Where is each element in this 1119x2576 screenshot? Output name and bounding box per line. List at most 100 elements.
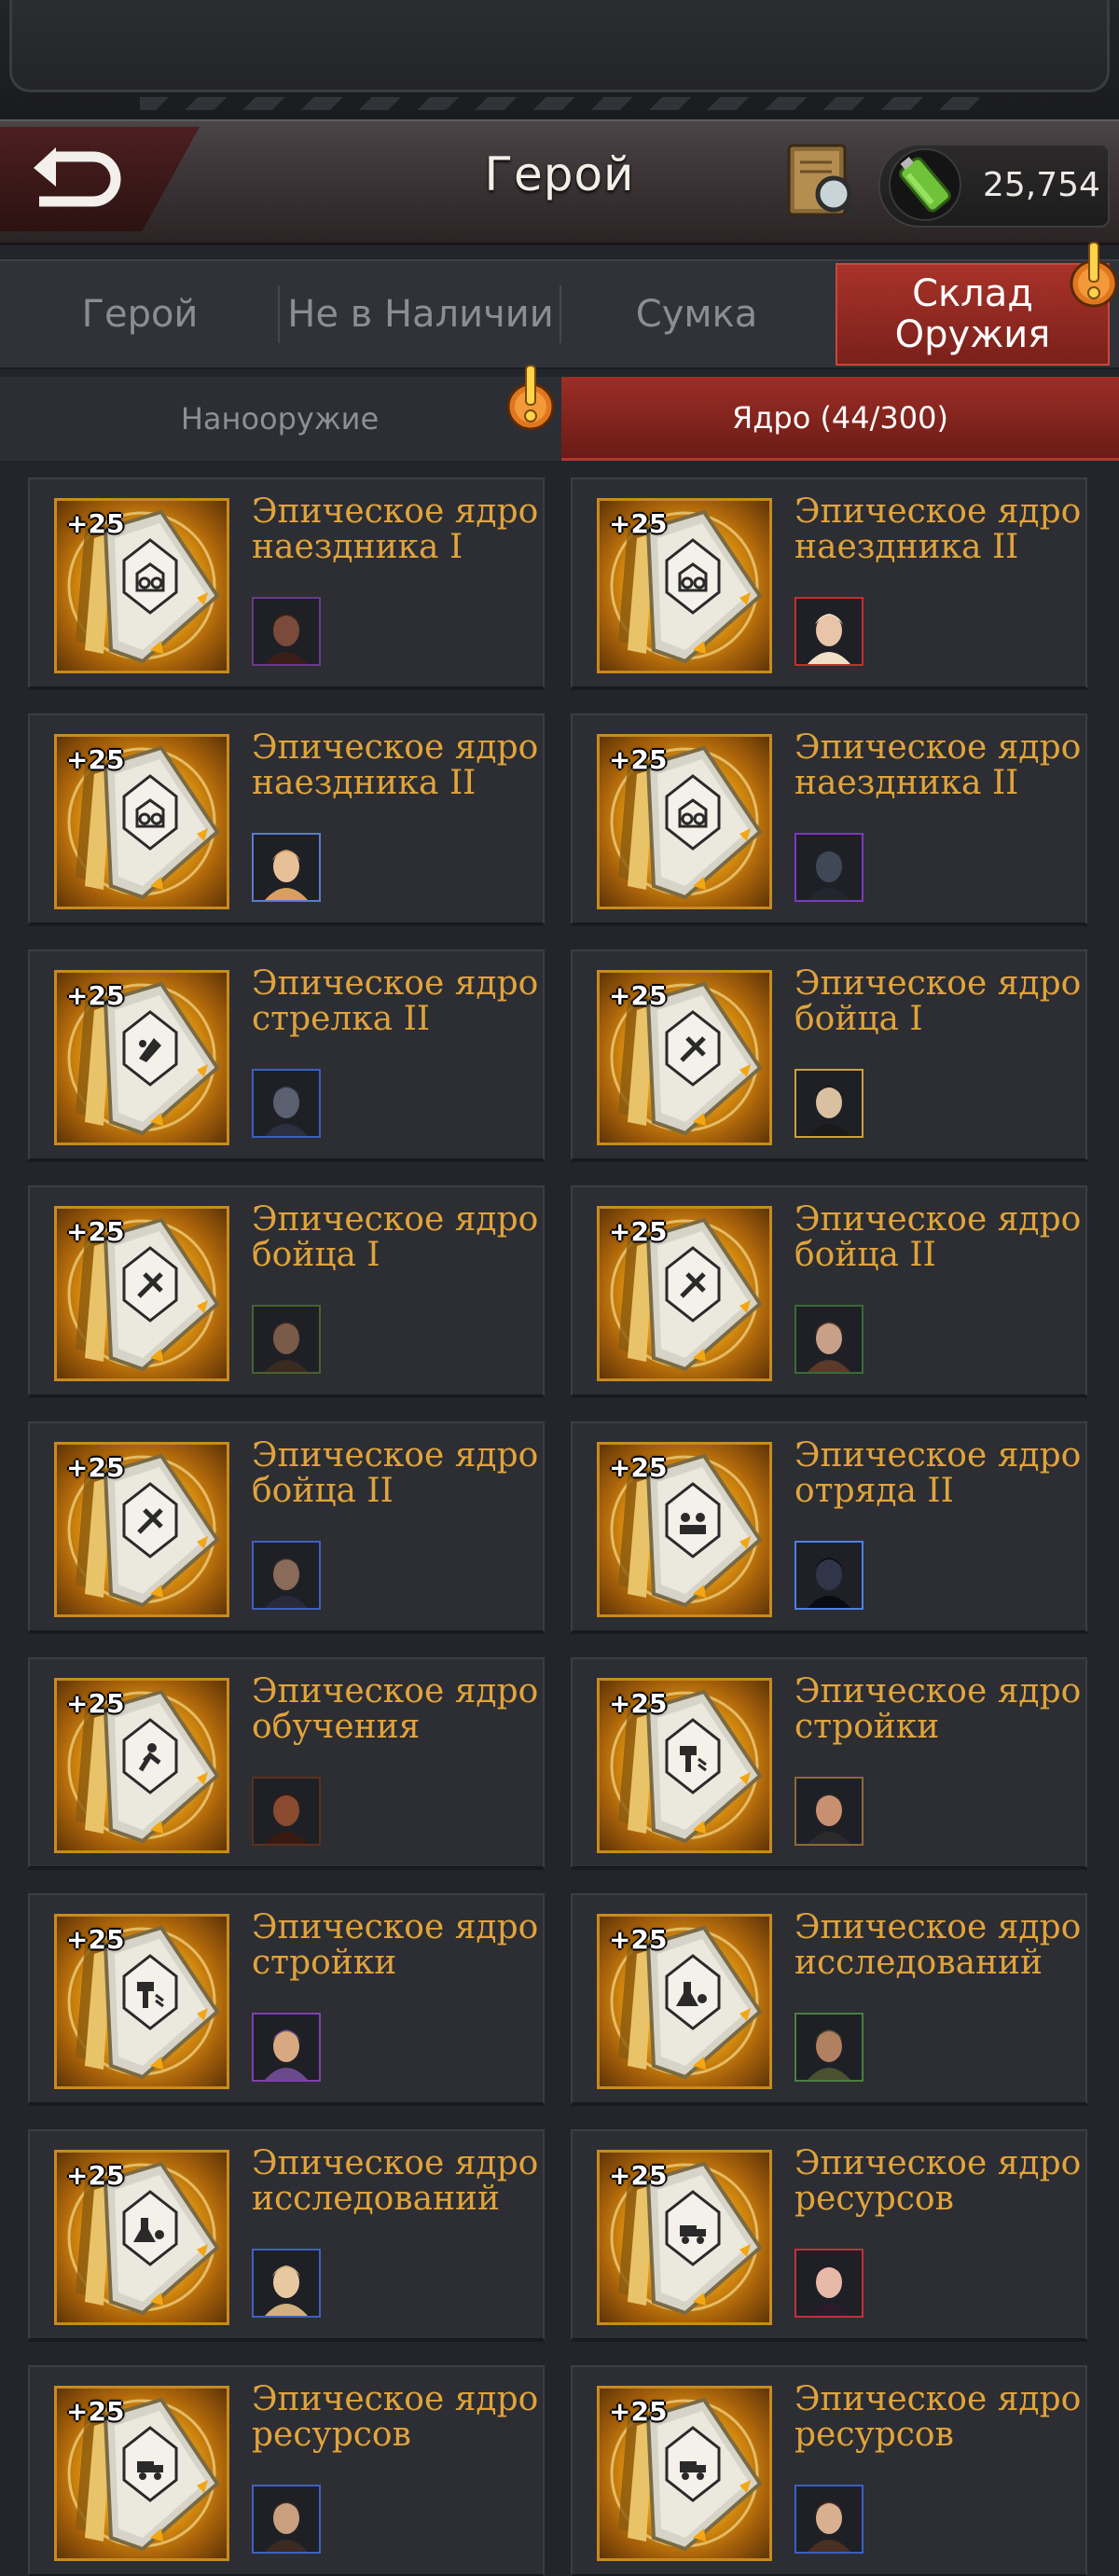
alert-icon [506, 365, 555, 431]
hero-avatar[interactable] [794, 2249, 863, 2318]
core-name: Эпическое ядро наездника II [794, 728, 1082, 802]
core-card[interactable]: +25 Эпическое ядро наездника II [571, 713, 1087, 924]
core-level: +25 [609, 2160, 668, 2191]
resources-core-icon: +25 [54, 2386, 229, 2561]
core-level: +25 [66, 1688, 125, 1719]
main-tabs: Герой Не в Наличии Сумка Склад Оружия [0, 242, 1119, 369]
journal-search-icon[interactable] [780, 140, 867, 228]
core-level: +25 [609, 2396, 668, 2427]
core-card[interactable]: +25 Эпическое ядро бойца I [28, 1185, 545, 1396]
tab-unavailable[interactable]: Не в Наличии [280, 261, 561, 367]
core-level: +25 [66, 1924, 125, 1955]
core-card[interactable]: +25 Эпическое ядро наездника I [28, 478, 545, 688]
core-name: Эпическое ядро ресурсов [794, 2380, 1082, 2454]
hero-avatar[interactable] [794, 1541, 863, 1610]
core-name: Эпическое ядро стройки [252, 1908, 539, 1982]
core-level: +25 [66, 1216, 125, 1247]
core-name: Эпическое ядро обучения [252, 1672, 539, 1746]
core-level: +25 [609, 1924, 668, 1955]
construction-core-icon: +25 [597, 1678, 772, 1853]
fighter-core-icon: +25 [597, 1206, 772, 1381]
core-level: +25 [609, 1688, 668, 1719]
core-name: Эпическое ядро стройки [794, 1672, 1082, 1746]
core-level: +25 [66, 980, 125, 1011]
hero-avatar[interactable] [252, 1777, 321, 1846]
rider-core-icon: +25 [597, 734, 772, 909]
hero-avatar[interactable] [794, 833, 863, 902]
core-name: Эпическое ядро отряда II [794, 1436, 1082, 1510]
core-level: +25 [66, 508, 125, 539]
core-card[interactable]: +25 Эпическое ядро бойца II [571, 1185, 1087, 1396]
hero-avatar[interactable] [252, 2249, 321, 2318]
hero-avatar[interactable] [252, 2485, 321, 2554]
hero-avatar[interactable] [252, 1305, 321, 1374]
squad-core-icon: +25 [597, 1442, 772, 1617]
research-core-icon: +25 [597, 1914, 772, 2089]
hero-avatar[interactable] [794, 1305, 863, 1374]
sub-tabs: Нанооружие Ядро (44/300) [0, 365, 1119, 461]
core-card[interactable]: +25 Эпическое ядро наездника II [28, 713, 545, 924]
core-card[interactable]: +25 Эпическое ядро ресурсов [571, 2129, 1087, 2340]
core-level: +25 [609, 744, 668, 775]
core-level: +25 [66, 1452, 125, 1483]
hero-avatar[interactable] [252, 833, 321, 902]
core-card[interactable]: +25 Эпическое ядро исследований [571, 1893, 1087, 2104]
core-level: +25 [609, 1216, 668, 1247]
fighter-core-icon: +25 [54, 1442, 229, 1617]
battery-icon [889, 148, 961, 221]
alert-icon [1070, 242, 1118, 308]
rider-core-icon: +25 [54, 734, 229, 909]
tab-nano-weapon[interactable]: Нанооружие [0, 377, 560, 461]
core-level: +25 [66, 2160, 125, 2191]
core-level: +25 [609, 508, 668, 539]
training-core-icon: +25 [54, 1678, 229, 1853]
resources-core-icon: +25 [597, 2386, 772, 2561]
hero-avatar[interactable] [794, 1069, 863, 1138]
core-card[interactable]: +25 Эпическое ядро ресурсов [28, 2365, 545, 2576]
core-card[interactable]: +25 Эпическое ядро обучения [28, 1657, 545, 1868]
hero-avatar[interactable] [794, 2013, 863, 2082]
resources-core-icon: +25 [597, 2150, 772, 2325]
core-card[interactable]: +25 Эпическое ядро стрелка II [28, 949, 545, 1160]
header-bar: Герой 25,754 [0, 119, 1119, 245]
core-name: Эпическое ядро бойца II [252, 1436, 539, 1510]
core-name: Эпическое ядро наездника II [794, 492, 1082, 566]
core-card[interactable]: +25 Эпическое ядро бойца II [28, 1421, 545, 1632]
core-name: Эпическое ядро наездника II [252, 728, 539, 802]
hero-avatar[interactable] [252, 2013, 321, 2082]
core-name: Эпическое ядро стрелка II [252, 964, 539, 1038]
core-name: Эпическое ядро исследований [252, 2144, 539, 2218]
tab-weapon-storage-label: Склад Оружия [894, 272, 1051, 356]
core-name: Эпическое ядро наездника I [252, 492, 539, 566]
research-core-icon: +25 [54, 2150, 229, 2325]
rider-core-icon: +25 [54, 498, 229, 673]
core-card[interactable]: +25 Эпическое ядро стройки [28, 1893, 545, 2104]
core-level: +25 [66, 2396, 125, 2427]
fighter-core-icon: +25 [597, 970, 772, 1145]
core-level: +25 [66, 744, 125, 775]
core-card[interactable]: +25 Эпическое ядро ресурсов [571, 2365, 1087, 2576]
core-card[interactable]: +25 Эпическое ядро наездника II [571, 478, 1087, 688]
hero-avatar[interactable] [252, 1069, 321, 1138]
construction-core-icon: +25 [54, 1914, 229, 2089]
rider-core-icon: +25 [597, 498, 772, 673]
hero-avatar[interactable] [252, 597, 321, 666]
hero-avatar[interactable] [794, 597, 863, 666]
core-card[interactable]: +25 Эпическое ядро бойца I [571, 949, 1087, 1160]
core-level: +25 [609, 1452, 668, 1483]
tab-bag[interactable]: Сумка [561, 261, 832, 367]
hero-avatar[interactable] [252, 1541, 321, 1610]
tab-core[interactable]: Ядро (44/300) [561, 377, 1119, 461]
core-name: Эпическое ядро бойца I [794, 964, 1082, 1038]
hero-avatar[interactable] [794, 2485, 863, 2554]
currency-value: 25,754 [983, 166, 1100, 204]
hero-avatar[interactable] [794, 1777, 863, 1846]
core-name: Эпическое ядро бойца I [252, 1200, 539, 1274]
tab-hero[interactable]: Герой [0, 261, 280, 367]
core-card[interactable]: +25 Эпическое ядро стройки [571, 1657, 1087, 1868]
core-card[interactable]: +25 Эпическое ядро отряда II [571, 1421, 1087, 1632]
core-name: Эпическое ядро бойца II [794, 1200, 1082, 1274]
core-level: +25 [609, 980, 668, 1011]
core-card[interactable]: +25 Эпическое ядро исследований [28, 2129, 545, 2340]
currency-display: 25,754 [878, 144, 1110, 228]
